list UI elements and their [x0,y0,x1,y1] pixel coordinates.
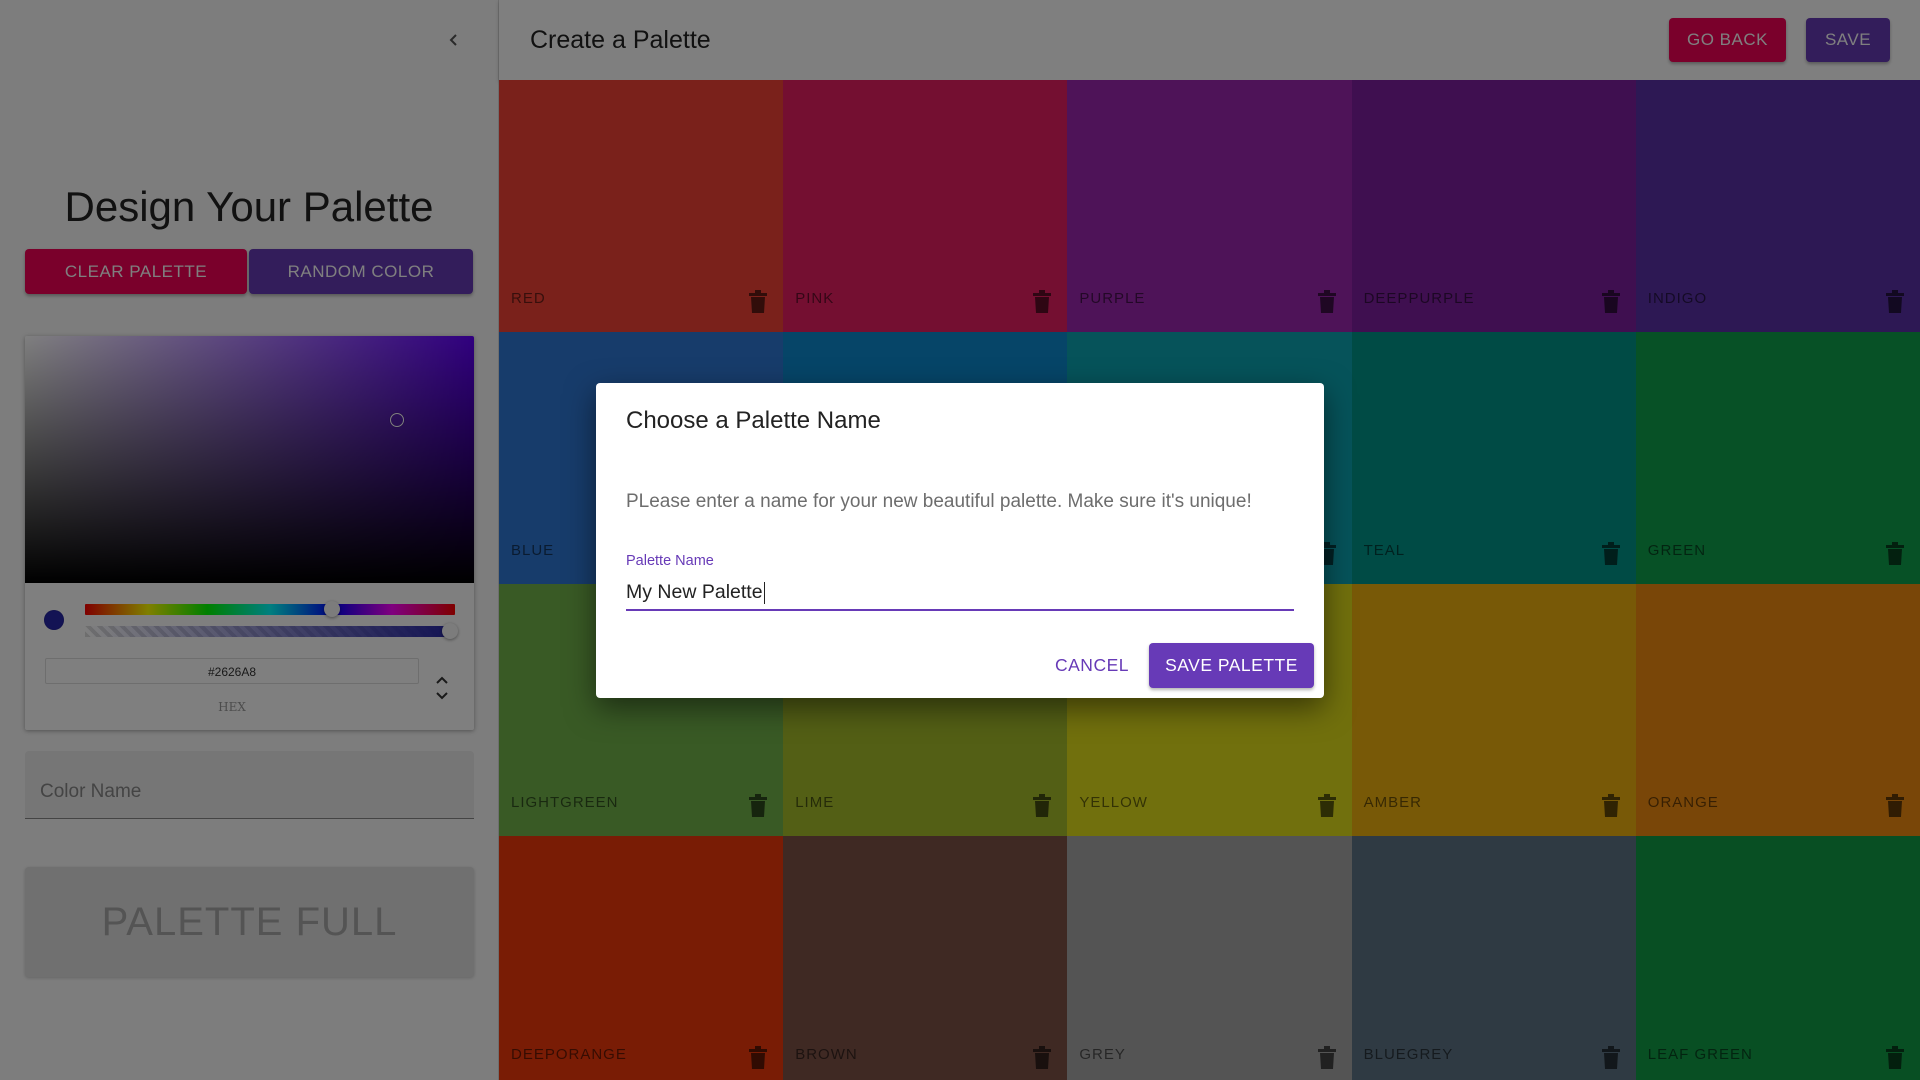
dialog-actions: CANCEL SAVE PALETTE [1051,643,1314,688]
cancel-button[interactable]: CANCEL [1051,643,1133,688]
palette-name-label: Palette Name [626,553,714,569]
dialog-message: PLease enter a name for your new beautif… [626,491,1252,512]
text-caret [763,581,765,604]
palette-name-input[interactable]: My New Palette [626,581,765,604]
palette-name-value: My New Palette [626,581,763,603]
palette-name-underline [626,609,1294,611]
palette-name-dialog: Choose a Palette Name PLease enter a nam… [596,383,1324,698]
save-palette-button[interactable]: SAVE PALETTE [1149,643,1314,688]
dialog-title: Choose a Palette Name [626,407,881,434]
